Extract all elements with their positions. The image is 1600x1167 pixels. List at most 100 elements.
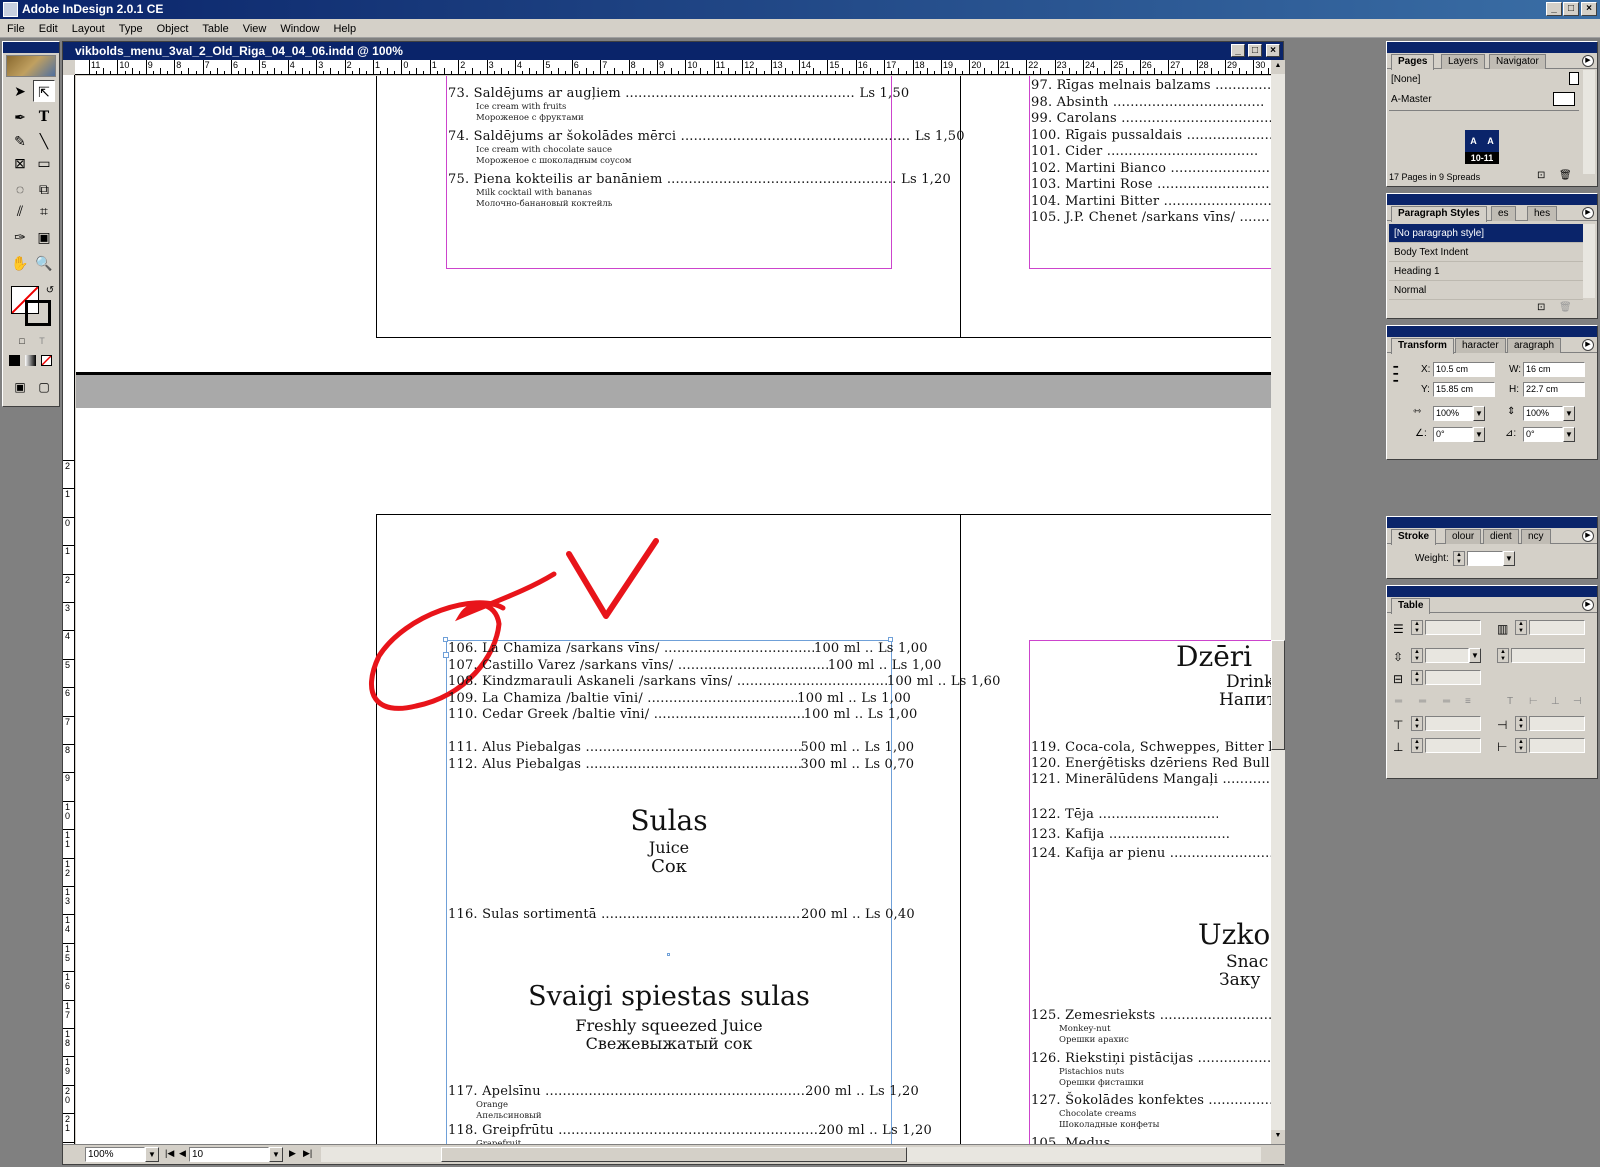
- menu-item-line[interactable]: 110. Cedar Greek /baltie vīni/ .........…: [448, 707, 917, 722]
- align-bottom-icon[interactable]: ═: [1443, 696, 1450, 707]
- pages-flyout-icon[interactable]: ▶: [1582, 55, 1594, 67]
- rectangle-frame-tool-icon[interactable]: ⊠: [9, 152, 31, 174]
- scroll-down-arrow-icon[interactable]: ▼: [1271, 1130, 1285, 1144]
- shear-tool-icon[interactable]: ⫽: [9, 200, 31, 222]
- menu-item-line[interactable]: 124. Kafija ar pienu ...................…: [1031, 846, 1271, 861]
- rotate-tool-icon[interactable]: ◌: [9, 178, 31, 200]
- prev-page-icon[interactable]: ◀: [179, 1148, 186, 1159]
- next-page-icon[interactable]: ▶: [289, 1148, 296, 1159]
- tab-swatches[interactable]: hes: [1527, 206, 1558, 221]
- menu-item-line[interactable]: 121. Minerālūdens Mangaļi ..............…: [1031, 772, 1271, 787]
- tab-table[interactable]: Table: [1391, 598, 1431, 614]
- first-page-icon[interactable]: |◀: [165, 1148, 174, 1159]
- paragraph-styles-flyout-icon[interactable]: ▶: [1582, 207, 1594, 219]
- table-flyout-icon[interactable]: ▶: [1582, 599, 1594, 611]
- doc-maximize-button[interactable]: □: [1248, 44, 1262, 57]
- menu-table[interactable]: Table: [195, 19, 235, 37]
- row-height-spinner-icon[interactable]: ▲ ▼: [1411, 648, 1423, 663]
- menu-object[interactable]: Object: [150, 19, 196, 37]
- top-inset-field[interactable]: [1425, 716, 1481, 731]
- horizontal-scroll-thumb[interactable]: [441, 1147, 907, 1162]
- formatting-text-icon[interactable]: T: [31, 330, 53, 352]
- menu-help[interactable]: Help: [326, 19, 363, 37]
- vertical-scroll-thumb[interactable]: [1271, 640, 1285, 750]
- gradient-tool-icon[interactable]: ▣: [33, 226, 55, 248]
- menu-item-line[interactable]: 99. Carolans ...........................…: [1031, 111, 1271, 126]
- line-tool-icon[interactable]: ╲: [33, 130, 55, 152]
- menu-item-line[interactable]: 73. Saldējums ar augļiem ...............…: [448, 86, 909, 101]
- column-width-spinner-icon[interactable]: ▲ ▼: [1497, 648, 1509, 663]
- rotate-dropdown-icon[interactable]: ▼: [1473, 427, 1485, 442]
- pen-tool-icon[interactable]: ✒: [9, 106, 31, 128]
- menu-item-line[interactable]: 109. La Chamiza /baltie vīni/ ..........…: [448, 691, 911, 706]
- free-transform-tool-icon[interactable]: ⌗: [33, 200, 55, 222]
- tab-styles-2[interactable]: es: [1491, 206, 1516, 221]
- justify-vertical-icon[interactable]: ≡: [1465, 696, 1471, 707]
- apply-gradient-icon[interactable]: [25, 355, 36, 366]
- menu-item-line[interactable]: 107. Castillo Varez /sarkans vīns/ .....…: [448, 658, 941, 673]
- menu-item-line[interactable]: 101. Cider .............................…: [1031, 144, 1271, 159]
- column-width-field[interactable]: [1511, 648, 1585, 663]
- menu-view[interactable]: View: [236, 19, 274, 37]
- tab-paragraph[interactable]: aragraph: [1507, 338, 1562, 353]
- top-inset-spinner-icon[interactable]: ▲ ▼: [1411, 716, 1423, 731]
- type-tool-icon[interactable]: T: [33, 106, 55, 128]
- spread-10-11-thumbnail[interactable]: A A: [1465, 130, 1499, 152]
- left-inset-field[interactable]: [1529, 716, 1585, 731]
- bottom-inset-field[interactable]: [1425, 738, 1481, 753]
- menu-item-line[interactable]: 75. Piena kokteilis ar banāniem ........…: [448, 172, 951, 187]
- weight-spinner-icon[interactable]: ▲ ▼: [1453, 551, 1465, 566]
- direct-selection-tool-icon[interactable]: ⇱: [33, 80, 55, 102]
- new-style-icon[interactable]: ⊡: [1537, 302, 1545, 313]
- page-dropdown-arrow-icon[interactable]: ▼: [269, 1147, 283, 1162]
- doc-minimize-button[interactable]: _: [1231, 44, 1245, 57]
- tab-transparency[interactable]: ncy: [1521, 529, 1551, 544]
- reference-point-icon[interactable]: ▪▪▪ ▪▪▪ ▪▪▪: [1393, 364, 1413, 385]
- transform-flyout-icon[interactable]: ▶: [1582, 339, 1594, 351]
- menu-item-line[interactable]: 97. Rīgas melnais balzams ..............…: [1031, 78, 1271, 93]
- tab-transform[interactable]: Transform: [1391, 338, 1454, 354]
- menu-item-line[interactable]: 116. Sulas sortimentā ..................…: [448, 907, 915, 922]
- menu-type[interactable]: Type: [112, 19, 150, 37]
- left-inset-spinner-icon[interactable]: ▲ ▼: [1515, 716, 1527, 731]
- maximize-button[interactable]: □: [1563, 2, 1579, 16]
- style-body-text-indent[interactable]: Body Text Indent: [1389, 243, 1583, 262]
- menu-layout[interactable]: Layout: [65, 19, 112, 37]
- row-height-field[interactable]: [1425, 648, 1469, 663]
- menu-item-line[interactable]: 127. Šokolādes konfektes ...............…: [1031, 1093, 1271, 1108]
- new-page-icon[interactable]: ⊡: [1537, 170, 1545, 181]
- weight-field[interactable]: [1467, 551, 1503, 566]
- scale-y-field[interactable]: 100%: [1523, 406, 1563, 421]
- close-button[interactable]: ×: [1581, 2, 1597, 16]
- a-master[interactable]: A-Master: [1391, 94, 1432, 105]
- apply-none-icon[interactable]: [41, 355, 52, 366]
- tab-paragraph-styles[interactable]: Paragraph Styles: [1391, 206, 1487, 222]
- delete-page-icon[interactable]: 🗑: [1559, 170, 1572, 181]
- pages-scrollbar[interactable]: [1583, 70, 1595, 174]
- rectangle-tool-icon[interactable]: ▭: [33, 152, 55, 174]
- menu-item-line[interactable]: 104. Martini Bitter ....................…: [1031, 194, 1271, 209]
- x-field[interactable]: 10.5 cm: [1433, 362, 1495, 377]
- scale-x-field[interactable]: 100%: [1433, 406, 1473, 421]
- menu-item-line[interactable]: 126. Riekstiņi pistācijas ..............…: [1031, 1051, 1271, 1066]
- menu-item-line[interactable]: 105. J.P. Chenet /sarkans vīns/ ........…: [1031, 210, 1271, 225]
- tab-gradient[interactable]: dient: [1483, 529, 1519, 544]
- zoom-dropdown-arrow-icon[interactable]: ▼: [145, 1147, 159, 1162]
- zoom-tool-icon[interactable]: 🔍: [33, 252, 55, 274]
- delete-style-icon[interactable]: 🗑: [1559, 302, 1572, 313]
- selection-tool-icon[interactable]: ➤: [9, 80, 31, 102]
- menu-item-line[interactable]: 111. Alus Piebalgas ....................…: [448, 740, 914, 755]
- menu-item-line[interactable]: 74. Saldējums ar šokolādes mērci .......…: [448, 129, 965, 144]
- text-rotate-0-icon[interactable]: T: [1507, 696, 1513, 707]
- style-no-paragraph[interactable]: [No paragraph style]: [1389, 224, 1583, 243]
- style-normal[interactable]: Normal: [1389, 281, 1583, 300]
- menu-item-line[interactable]: 102. Martini Bianco ....................…: [1031, 161, 1271, 176]
- tab-stroke[interactable]: Stroke: [1391, 529, 1437, 545]
- tab-colour[interactable]: olour: [1445, 529, 1482, 544]
- preview-view-icon[interactable]: ▢: [33, 376, 55, 398]
- horizontal-scrollbar[interactable]: [321, 1147, 1261, 1162]
- menu-item-line[interactable]: 108. Kindzmarauli Askaneli /sarkans vīns…: [448, 674, 1000, 689]
- swap-colors-icon[interactable]: ↺: [39, 280, 61, 302]
- text-rotate-90-icon[interactable]: ⊢: [1529, 696, 1538, 707]
- menu-item-line[interactable]: 98. Absinth ............................…: [1031, 95, 1271, 110]
